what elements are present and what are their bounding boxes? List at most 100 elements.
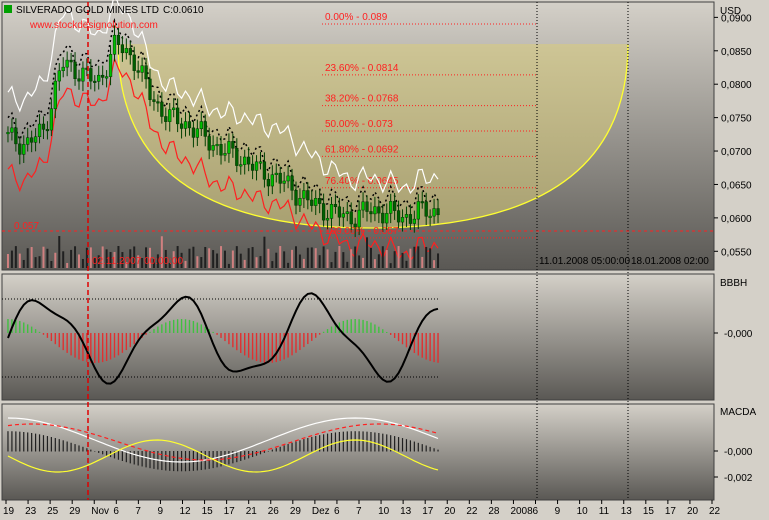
candle[interactable] (14, 127, 18, 145)
candle[interactable] (108, 54, 113, 77)
candle[interactable] (112, 34, 117, 55)
candle[interactable] (61, 66, 65, 72)
candle[interactable] (274, 172, 278, 175)
candle[interactable] (18, 143, 22, 155)
candle[interactable] (116, 34, 121, 45)
candle[interactable] (365, 201, 369, 212)
candle[interactable] (373, 206, 377, 215)
candle[interactable] (250, 163, 255, 171)
candle[interactable] (69, 59, 73, 63)
candle[interactable] (73, 61, 77, 79)
candle[interactable] (53, 80, 57, 109)
candle[interactable] (144, 65, 148, 80)
candle[interactable] (199, 121, 203, 130)
candle[interactable] (22, 144, 26, 155)
candle[interactable] (101, 74, 105, 78)
candle[interactable] (227, 141, 231, 154)
candle[interactable] (195, 128, 199, 138)
candle[interactable] (357, 209, 361, 228)
candle[interactable] (156, 101, 160, 104)
candle[interactable] (329, 204, 334, 219)
candle[interactable] (203, 121, 207, 137)
candle[interactable] (215, 144, 219, 147)
candle[interactable] (81, 67, 85, 82)
candle[interactable] (89, 68, 93, 82)
candle[interactable] (396, 210, 401, 223)
candle[interactable] (392, 201, 397, 211)
candle[interactable] (37, 123, 42, 137)
candle[interactable] (120, 44, 125, 54)
candle[interactable] (6, 132, 10, 135)
candle[interactable] (211, 145, 215, 151)
candle[interactable] (325, 218, 330, 221)
candle[interactable] (369, 211, 373, 215)
candle[interactable] (318, 198, 322, 204)
candle[interactable] (124, 48, 128, 54)
candle[interactable] (404, 214, 409, 218)
candle[interactable] (254, 161, 259, 171)
candle[interactable] (179, 123, 184, 129)
candle[interactable] (282, 180, 286, 184)
candle[interactable] (172, 107, 176, 110)
candle[interactable] (207, 136, 211, 151)
candle[interactable] (286, 175, 290, 182)
candle[interactable] (432, 208, 436, 217)
candle[interactable] (262, 161, 267, 180)
candle[interactable] (298, 198, 302, 206)
candle[interactable] (191, 127, 196, 138)
candle[interactable] (152, 99, 156, 102)
candle[interactable] (349, 211, 353, 225)
candle[interactable] (235, 147, 239, 166)
candle[interactable] (377, 206, 381, 214)
candle[interactable] (104, 76, 109, 79)
candle[interactable] (41, 123, 46, 130)
candle[interactable] (278, 172, 282, 184)
candle[interactable] (306, 190, 310, 201)
candle[interactable] (361, 201, 365, 211)
candle[interactable] (389, 201, 393, 214)
candle[interactable] (45, 129, 50, 132)
candle[interactable] (290, 175, 294, 191)
candle[interactable] (424, 201, 428, 217)
candle[interactable] (258, 161, 263, 164)
candle[interactable] (294, 190, 298, 206)
candle[interactable] (30, 137, 34, 143)
candle[interactable] (353, 223, 357, 228)
candle[interactable] (223, 153, 227, 156)
candle[interactable] (26, 137, 30, 145)
candle[interactable] (183, 121, 188, 129)
candle[interactable] (160, 101, 164, 117)
candle[interactable] (77, 78, 81, 82)
candle[interactable] (416, 201, 420, 220)
candle[interactable] (49, 108, 54, 131)
candle[interactable] (400, 217, 405, 223)
candle[interactable] (337, 206, 342, 218)
candle[interactable] (341, 213, 345, 218)
candle[interactable] (140, 65, 144, 73)
candle[interactable] (219, 144, 223, 156)
candle[interactable] (436, 208, 440, 216)
candle[interactable] (420, 201, 424, 204)
candle[interactable] (247, 156, 251, 165)
candle[interactable] (333, 204, 338, 208)
candle[interactable] (10, 127, 14, 133)
candle[interactable] (187, 121, 192, 129)
candle[interactable] (97, 74, 101, 82)
candle[interactable] (266, 179, 271, 187)
candle[interactable] (239, 164, 243, 167)
candle[interactable] (428, 215, 432, 218)
candle[interactable] (408, 214, 413, 224)
candle[interactable] (321, 203, 326, 221)
candle[interactable] (128, 48, 132, 56)
candle[interactable] (270, 174, 274, 187)
candle[interactable] (164, 116, 168, 122)
candle[interactable] (93, 80, 97, 83)
candle[interactable] (345, 211, 349, 214)
candle[interactable] (57, 70, 61, 82)
candle[interactable] (302, 190, 306, 199)
candle[interactable] (65, 59, 69, 68)
candle[interactable] (310, 199, 314, 206)
candle[interactable] (314, 198, 318, 206)
bbbh-panel[interactable] (1, 273, 715, 401)
candle[interactable] (168, 109, 172, 122)
